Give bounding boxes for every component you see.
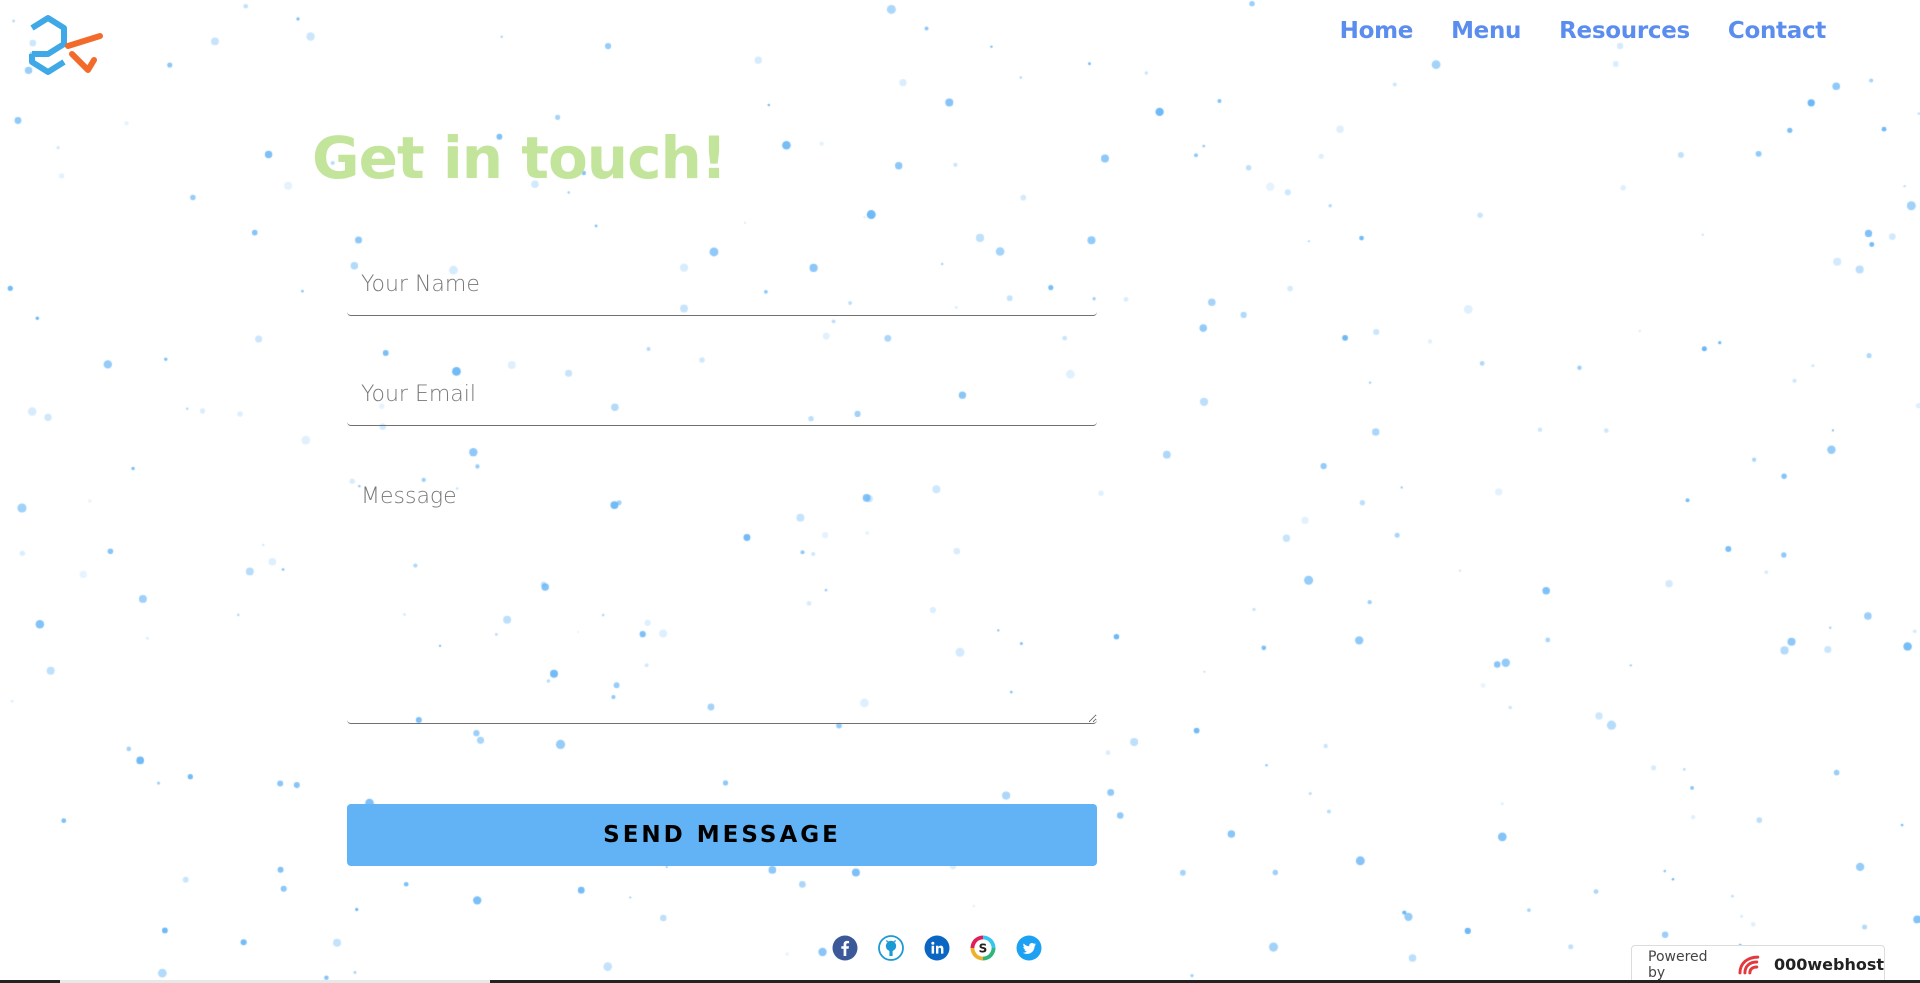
github-link[interactable] xyxy=(878,935,904,961)
twitter-link[interactable] xyxy=(1016,935,1042,961)
github-icon xyxy=(878,935,904,961)
email-field[interactable] xyxy=(347,360,1097,426)
nav-contact[interactable]: Contact xyxy=(1728,18,1826,44)
page: Home Menu Resources Contact Get in touch… xyxy=(0,0,1920,983)
site-logo[interactable] xyxy=(28,10,104,80)
nav-home[interactable]: Home xyxy=(1340,18,1414,44)
powered-by-brand: 000webhost xyxy=(1773,955,1884,974)
slack-icon: S xyxy=(970,935,996,961)
top-navigation: Home Menu Resources Contact xyxy=(1340,18,1827,44)
powered-by-badge[interactable]: Powered by 000webhost xyxy=(1631,945,1885,983)
logo-icon xyxy=(29,15,103,75)
webhost-logo-icon xyxy=(1738,955,1760,974)
slack-link[interactable]: S xyxy=(970,935,996,961)
contact-form: SEND MESSAGE xyxy=(347,250,1097,866)
facebook-link[interactable] xyxy=(832,935,858,961)
svg-text:S: S xyxy=(979,942,988,956)
facebook-icon xyxy=(832,935,858,961)
linkedin-icon xyxy=(924,935,950,961)
message-field[interactable] xyxy=(347,466,1097,724)
twitter-icon xyxy=(1016,935,1042,961)
linkedin-link[interactable] xyxy=(924,935,950,961)
nav-resources[interactable]: Resources xyxy=(1559,18,1690,44)
name-field[interactable] xyxy=(347,250,1097,316)
nav-menu[interactable]: Menu xyxy=(1451,18,1521,44)
powered-by-label: Powered by xyxy=(1648,948,1708,981)
send-message-button[interactable]: SEND MESSAGE xyxy=(347,804,1097,866)
page-title: Get in touch! xyxy=(312,124,727,192)
social-links: S xyxy=(832,935,1042,961)
